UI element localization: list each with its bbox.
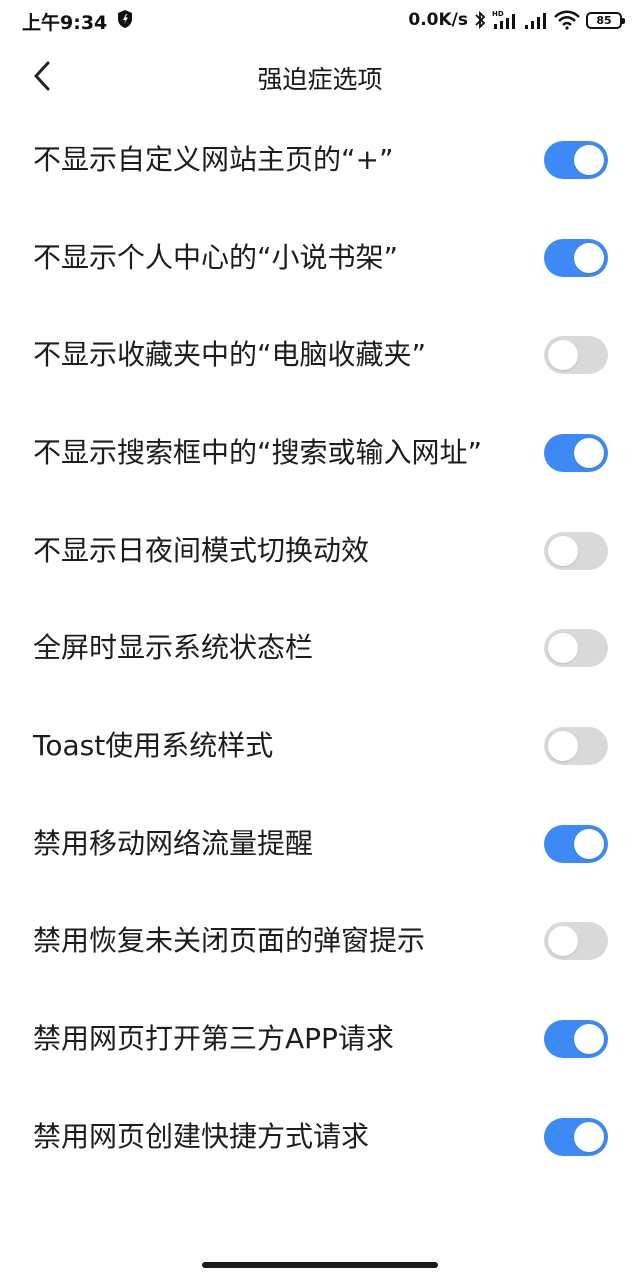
hd-signal-icon: HD bbox=[492, 10, 515, 29]
home-indicator[interactable] bbox=[202, 1262, 438, 1268]
svg-text:HD: HD bbox=[492, 10, 504, 18]
setting-row[interactable]: 不显示收藏夹中的“电脑收藏夹” bbox=[0, 306, 640, 404]
setting-toggle[interactable] bbox=[544, 140, 608, 179]
toggle-knob bbox=[574, 437, 604, 468]
toggle-knob bbox=[574, 144, 604, 175]
setting-toggle[interactable] bbox=[544, 726, 608, 765]
setting-row[interactable]: 不显示个人中心的“小说书架” bbox=[0, 209, 640, 307]
network-speed: 0.0K/s bbox=[408, 10, 468, 30]
setting-toggle[interactable] bbox=[544, 922, 608, 961]
shield-icon bbox=[118, 10, 132, 28]
setting-toggle[interactable] bbox=[544, 238, 608, 277]
setting-row[interactable]: 禁用恢复未关闭页面的弹窗提示 bbox=[0, 893, 640, 991]
toggle-knob bbox=[574, 242, 604, 273]
page-title: 强迫症选项 bbox=[257, 65, 383, 94]
setting-toggle[interactable] bbox=[544, 531, 608, 570]
status-icons: 0.0K/s HD 85 bbox=[408, 6, 625, 34]
setting-toggle[interactable] bbox=[544, 629, 608, 668]
setting-label: 禁用移动网络流量提醒 bbox=[33, 826, 314, 860]
setting-label: Toast使用系统样式 bbox=[33, 728, 274, 762]
setting-row[interactable]: 不显示自定义网站主页的“+” bbox=[0, 111, 640, 209]
setting-toggle[interactable] bbox=[544, 1117, 608, 1156]
setting-row[interactable]: 禁用网页创建快捷方式请求 bbox=[0, 1088, 640, 1186]
setting-row[interactable]: 不显示日夜间模式切换动效 bbox=[0, 502, 640, 600]
setting-label: 不显示个人中心的“小说书架” bbox=[33, 240, 399, 274]
bluetooth-icon bbox=[475, 10, 486, 30]
toggle-knob bbox=[574, 1121, 604, 1152]
toggle-knob bbox=[574, 1024, 604, 1055]
setting-row[interactable]: Toast使用系统样式 bbox=[0, 697, 640, 795]
setting-label: 不显示搜索框中的“搜索或输入网址” bbox=[33, 435, 483, 469]
toggle-knob bbox=[548, 340, 578, 371]
setting-label: 不显示收藏夹中的“电脑收藏夹” bbox=[33, 338, 427, 372]
wifi-icon bbox=[554, 10, 580, 30]
title-bar: 强迫症选项 bbox=[0, 46, 640, 106]
setting-label: 禁用网页打开第三方APP请求 bbox=[33, 1022, 394, 1056]
setting-label: 不显示自定义网站主页的“+” bbox=[33, 142, 394, 176]
toggle-knob bbox=[574, 828, 604, 859]
setting-label: 不显示日夜间模式切换动效 bbox=[33, 533, 370, 567]
setting-row[interactable]: 全屏时显示系统状态栏 bbox=[0, 599, 640, 697]
battery-icon: 85 bbox=[586, 11, 625, 29]
setting-label: 禁用网页创建快捷方式请求 bbox=[33, 1119, 370, 1153]
setting-label: 禁用恢复未关闭页面的弹窗提示 bbox=[33, 924, 426, 958]
status-bar: 上午9:34 0.0K/s HD 85 bbox=[0, 0, 640, 40]
setting-toggle[interactable] bbox=[544, 824, 608, 863]
setting-row[interactable]: 禁用移动网络流量提醒 bbox=[0, 795, 640, 893]
setting-row[interactable]: 禁用网页打开第三方APP请求 bbox=[0, 990, 640, 1088]
setting-row[interactable]: 不显示搜索框中的“搜索或输入网址” bbox=[0, 404, 640, 502]
signal-icon bbox=[525, 13, 546, 29]
setting-toggle[interactable] bbox=[544, 433, 608, 472]
setting-label: 全屏时显示系统状态栏 bbox=[33, 631, 314, 665]
setting-toggle[interactable] bbox=[544, 1020, 608, 1059]
settings-list: 不显示自定义网站主页的“+” 不显示个人中心的“小说书架” 不显示收藏夹中的“电脑收… bbox=[0, 111, 640, 1186]
setting-toggle[interactable] bbox=[544, 336, 608, 375]
screen: 上午9:34 0.0K/s HD 85 强迫症选项 不显示自定义网站主页的“+”… bbox=[0, 0, 640, 1280]
status-time: 上午9:34 bbox=[22, 12, 108, 34]
toggle-knob bbox=[548, 633, 578, 664]
toggle-knob bbox=[548, 535, 578, 566]
toggle-knob bbox=[548, 730, 578, 761]
toggle-knob bbox=[548, 926, 578, 957]
